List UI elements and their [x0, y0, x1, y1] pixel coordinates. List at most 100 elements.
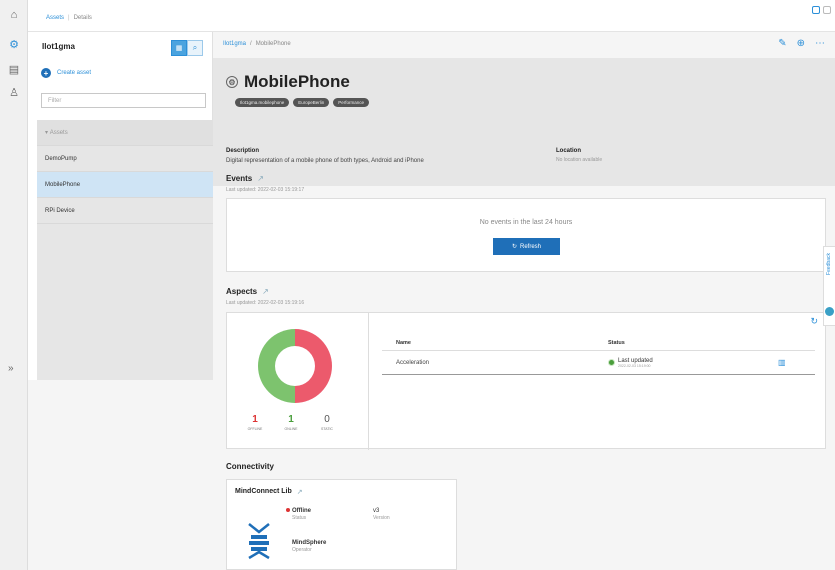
online-count: 1: [288, 414, 294, 425]
tenant-title: Ilot1gma: [42, 42, 75, 51]
column-status: Status: [608, 339, 625, 346]
edit-icon[interactable]: ✎: [778, 38, 786, 49]
asset-breadcrumb: Ilot1gma / MobilePhone: [223, 41, 291, 47]
layout-icon[interactable]: [812, 6, 820, 14]
window-controls: [812, 6, 831, 14]
more-icon[interactable]: ⋯: [815, 38, 825, 49]
offline-stat: 1 OFFLINE: [243, 414, 267, 431]
top-bar: Assets | Details: [28, 0, 835, 32]
column-name: Name: [396, 339, 411, 346]
status-text: Last updated 2022-02-03 15:19:00: [618, 358, 653, 368]
feedback-tab[interactable]: Feedback: [823, 246, 835, 326]
tag[interactable]: EuropeBerlin: [293, 98, 330, 107]
agent-operator: MindSphere Operator: [292, 540, 326, 553]
aspects-title: Aspects ↗: [226, 287, 269, 296]
aspects-table: Name Status Acceleration Last updated 20…: [382, 335, 815, 375]
create-asset-button[interactable]: + Create asset: [41, 68, 91, 78]
aspects-title-label: Aspects: [226, 287, 258, 296]
aspects-updated: Last updated: 2022-02-03 15:19:16: [226, 300, 305, 306]
agent-version-label: Version: [373, 515, 390, 521]
expand-rail-icon[interactable]: »: [8, 363, 14, 374]
asset-type-icon: ⚙: [226, 76, 238, 88]
list-item-selected[interactable]: MobilePhone: [37, 172, 213, 198]
events-empty-text: No events in the last 24 hours: [479, 219, 573, 226]
filter-input[interactable]: Filter: [41, 93, 206, 108]
monitor-icon[interactable]: ▤: [7, 62, 21, 76]
events-panel: No events in the last 24 hours ↻ Refresh: [226, 198, 826, 272]
asset-tags: Ilot1gma.mobilephone EuropeBerlin Perfor…: [235, 98, 370, 107]
asset-name: MobilePhone: [244, 72, 350, 91]
agent-version: v3 Version: [373, 508, 390, 521]
assets-icon[interactable]: ⚙: [7, 37, 21, 51]
agent-operator-value: MindSphere: [292, 540, 327, 546]
layout-alt-icon[interactable]: [823, 6, 831, 14]
open-external-icon[interactable]: ↗: [257, 174, 264, 183]
table-header: Name Status: [382, 335, 815, 351]
assets-root-label: Assets: [49, 129, 68, 136]
feedback-label: Feedback: [826, 253, 832, 275]
aspect-status: Last updated 2022-02-03 15:19:00: [608, 358, 778, 368]
agent-version-value: v3: [373, 508, 380, 514]
asset-list: ▾ Assets DemoPump MobilePhone RPi Device: [37, 120, 213, 380]
assets-root-item[interactable]: ▾ Assets: [37, 120, 213, 146]
breadcrumb-separator: |: [68, 15, 70, 21]
location-label: Location: [556, 148, 581, 154]
chart-icon[interactable]: ▥: [778, 358, 786, 367]
description-label: Description: [226, 148, 260, 154]
breadcrumb-root[interactable]: Ilot1gma: [223, 41, 246, 47]
status-counts: 1 OFFLINE 1 ONLINE 0 STATIC: [243, 414, 339, 431]
table-row[interactable]: Acceleration Last updated 2022-02-03 15:…: [382, 351, 815, 375]
description-value: Digital representation of a mobile phone…: [226, 158, 424, 164]
events-title: Events ↗: [226, 174, 264, 183]
breadcrumb-current: MobilePhone: [255, 41, 291, 47]
tag[interactable]: Ilot1gma.mobilephone: [235, 98, 290, 107]
connectivity-card-title: MindConnect Lib ↗: [235, 488, 303, 496]
aspects-summary: 1 OFFLINE 1 ONLINE 0 STATIC: [227, 313, 369, 450]
breadcrumb-details: Details: [73, 15, 92, 21]
agent-operator-label: Operator: [292, 547, 312, 553]
mindconnect-logo: [248, 523, 270, 560]
home-icon[interactable]: ⌂: [7, 8, 21, 22]
list-item[interactable]: DemoPump: [37, 146, 213, 172]
plus-icon: +: [41, 68, 51, 78]
status-label: Last updated: [618, 357, 653, 364]
agent-status-label: Status: [292, 515, 307, 521]
tree-toolbar: ▦ ⌕: [171, 40, 203, 56]
online-stat: 1 ONLINE: [279, 414, 303, 431]
create-asset-label: Create asset: [57, 70, 92, 76]
user-icon[interactable]: ♙: [7, 85, 21, 99]
location-value: No location available: [556, 157, 603, 163]
refresh-label: Refresh: [520, 243, 542, 250]
list-item[interactable]: RPi Device: [37, 198, 213, 224]
online-label: ONLINE: [284, 427, 298, 431]
open-external-icon[interactable]: ↗: [262, 287, 269, 296]
offline-label: OFFLINE: [247, 427, 263, 431]
main-content: Ilot1gma / MobilePhone ✎ ⊕ ⋯ ⚙ MobilePho…: [213, 32, 835, 570]
offline-dot-icon: [286, 508, 290, 512]
app-breadcrumb: Assets | Details: [46, 15, 92, 21]
connectivity-title: Connectivity: [226, 462, 274, 471]
static-label: STATIC: [321, 427, 333, 431]
events-updated: Last updated: 2022-02-03 15:19:17: [226, 187, 305, 193]
static-count: 0: [324, 414, 330, 425]
agent-status: Offline Status: [286, 508, 311, 521]
breadcrumb-assets[interactable]: Assets: [46, 15, 64, 21]
refresh-button[interactable]: ↻ Refresh: [493, 238, 560, 255]
offline-count: 1: [252, 414, 258, 425]
add-icon[interactable]: ⊕: [797, 38, 805, 49]
feedback-icon: [825, 307, 834, 316]
agent-name: MindConnect Lib: [235, 488, 292, 495]
connectivity-title-label: Connectivity: [226, 462, 275, 471]
tree-view-icon[interactable]: ▦: [171, 40, 187, 56]
page-title: ⚙ MobilePhone: [226, 72, 350, 92]
aspect-name: Acceleration: [396, 359, 430, 366]
status-online-icon: [608, 359, 615, 366]
open-external-icon[interactable]: ↗: [297, 488, 303, 496]
asset-actions: ✎ ⊕ ⋯: [778, 38, 825, 49]
search-icon[interactable]: ⌕: [187, 40, 203, 56]
status-donut-chart: [258, 329, 332, 403]
tag[interactable]: Performance: [333, 98, 370, 107]
icon-rail: ⌂ ⚙ ▤ ♙ »: [0, 0, 28, 570]
refresh-icon[interactable]: ↻: [810, 316, 818, 327]
events-title-label: Events: [226, 174, 253, 183]
